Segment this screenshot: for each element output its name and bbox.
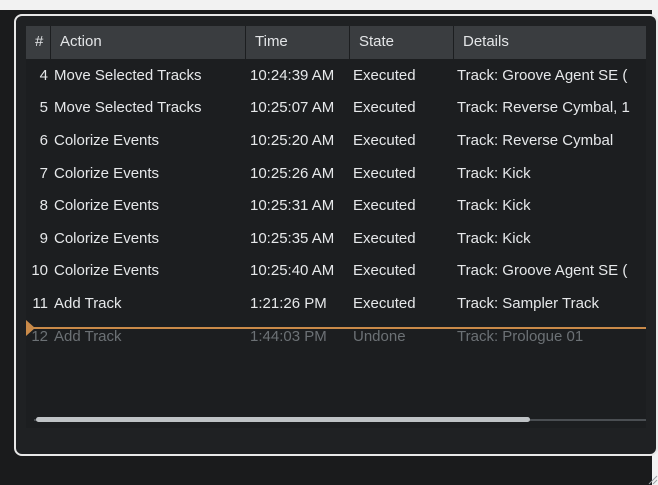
row-details: Track: Groove Agent SE ( [457, 67, 628, 84]
resize-grip-icon[interactable] [646, 473, 658, 485]
row-number: 7 [39, 165, 48, 182]
window-top-edge [0, 0, 658, 10]
row-time: 1:21:26 PM [250, 295, 327, 312]
column-divider[interactable] [453, 26, 454, 59]
column-divider[interactable] [50, 26, 51, 59]
row-details: Track: Prologue 01 [457, 328, 584, 345]
row-action: Colorize Events [54, 262, 160, 279]
row-time: 10:24:39 AM [250, 67, 335, 84]
row-time: 1:44:03 PM [250, 328, 327, 345]
row-time: 10:25:26 AM [250, 165, 335, 182]
row-number: 6 [39, 132, 48, 149]
row-details: Track: Kick [457, 165, 531, 182]
history-row-undone[interactable]: 12 Add Track 1:44:03 PM Undone Track: Pr… [26, 321, 646, 353]
column-header-action[interactable]: Action [60, 33, 102, 50]
history-row[interactable]: 10 Colorize Events 10:25:40 AM Executed … [26, 255, 646, 287]
column-header-details[interactable]: Details [463, 33, 509, 50]
row-state: Executed [353, 230, 416, 247]
row-details: Track: Sampler Track [457, 295, 599, 312]
row-action: Colorize Events [54, 165, 160, 182]
row-time: 10:25:40 AM [250, 262, 335, 279]
history-row[interactable]: 5 Move Selected Tracks 10:25:07 AM Execu… [26, 92, 646, 124]
row-state: Undone [353, 328, 406, 345]
row-action: Colorize Events [54, 197, 160, 214]
column-divider[interactable] [349, 26, 350, 59]
row-state: Executed [353, 67, 416, 84]
history-row[interactable]: 7 Colorize Events 10:25:26 AM Executed T… [26, 158, 646, 190]
row-state: Executed [353, 165, 416, 182]
row-number: 8 [39, 197, 48, 214]
row-action: Colorize Events [54, 230, 160, 247]
row-state: Executed [353, 132, 416, 149]
row-number: 5 [39, 99, 48, 116]
row-state: Executed [353, 197, 416, 214]
column-header-state[interactable]: State [359, 33, 394, 50]
row-details: Track: Reverse Cymbal [457, 132, 614, 149]
row-time: 10:25:35 AM [250, 230, 335, 247]
row-number: 9 [39, 230, 48, 247]
row-time: 10:25:20 AM [250, 132, 335, 149]
row-state: Executed [353, 99, 416, 116]
row-time: 10:25:31 AM [250, 197, 335, 214]
row-state: Executed [353, 295, 416, 312]
history-row[interactable]: 6 Colorize Events 10:25:20 AM Executed T… [26, 125, 646, 157]
history-row[interactable]: 9 Colorize Events 10:25:35 AM Executed T… [26, 223, 646, 255]
row-state: Executed [353, 262, 416, 279]
history-row[interactable]: 11 Add Track 1:21:26 PM Executed Track: … [26, 288, 646, 320]
history-panel: # Action Time State Details 4 Move Selec… [14, 14, 658, 456]
row-number: 10 [31, 262, 48, 279]
column-divider[interactable] [245, 26, 246, 59]
row-time: 10:25:07 AM [250, 99, 335, 116]
row-details: Track: Kick [457, 230, 531, 247]
row-number: 4 [39, 67, 48, 84]
horizontal-scrollbar-thumb[interactable] [36, 417, 530, 422]
row-details: Track: Reverse Cymbal, 1 [457, 99, 630, 116]
row-action: Move Selected Tracks [54, 99, 202, 116]
column-header-time[interactable]: Time [255, 33, 288, 50]
history-row[interactable]: 8 Colorize Events 10:25:31 AM Executed T… [26, 190, 646, 222]
row-action: Add Track [54, 295, 122, 312]
row-number: 12 [31, 328, 48, 345]
row-details: Track: Kick [457, 197, 531, 214]
column-header-num[interactable]: # [35, 33, 43, 50]
table-header: # Action Time State Details [26, 26, 646, 59]
row-action: Add Track [54, 328, 122, 345]
row-details: Track: Groove Agent SE ( [457, 262, 628, 279]
row-number: 11 [32, 295, 48, 312]
row-action: Colorize Events [54, 132, 160, 149]
history-list: # Action Time State Details 4 Move Selec… [26, 26, 646, 428]
row-action: Move Selected Tracks [54, 67, 202, 84]
history-row[interactable]: 4 Move Selected Tracks 10:24:39 AM Execu… [26, 60, 646, 92]
